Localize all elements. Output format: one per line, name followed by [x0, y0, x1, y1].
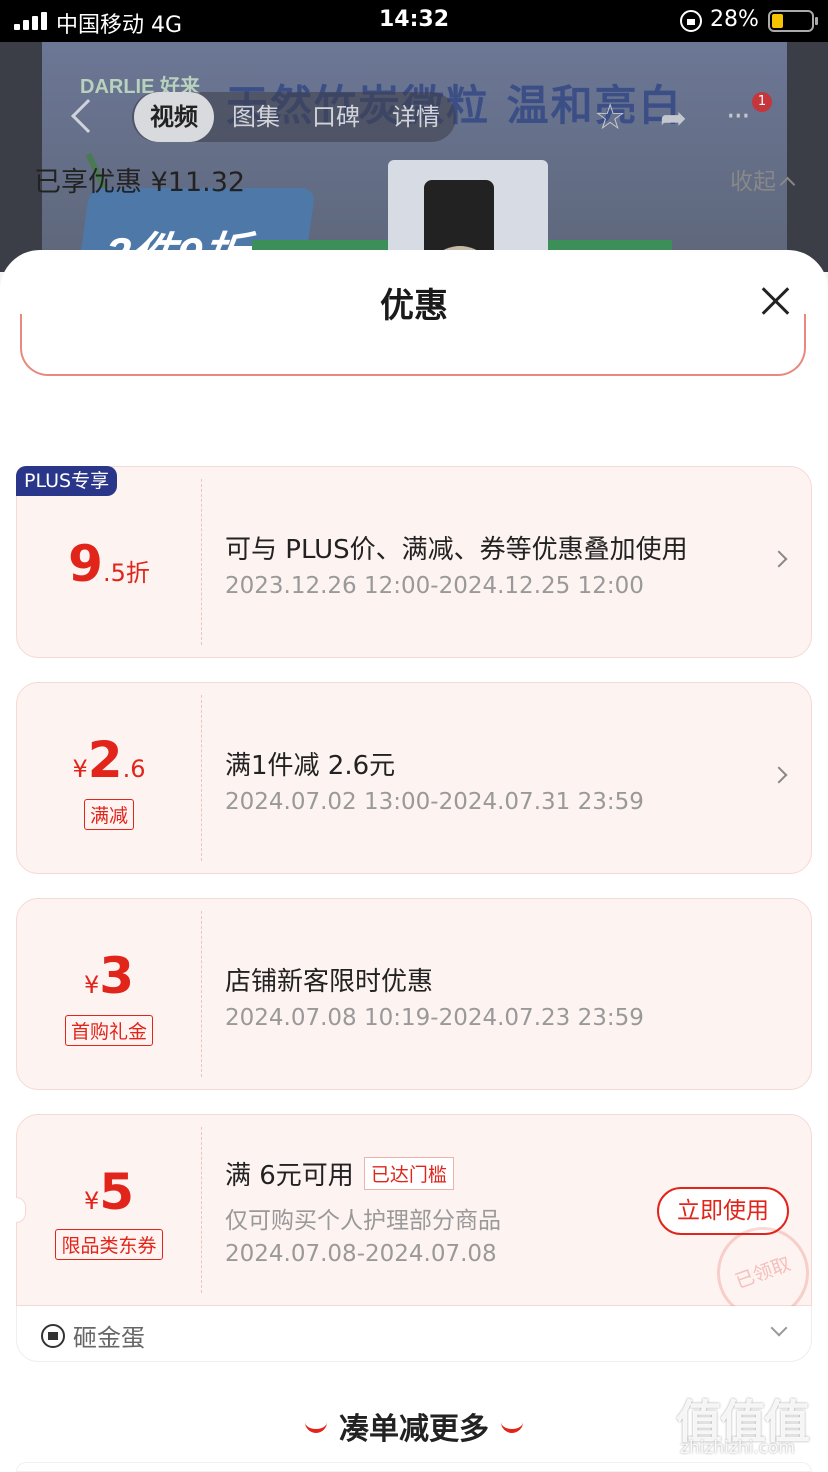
coupon-date: 2023.12.26 12:00-2024.12.25 12:00	[225, 573, 644, 599]
tab-gallery[interactable]: 图集	[216, 92, 296, 142]
coupon-title: 满 6元可用 已达门槛	[225, 1155, 454, 1192]
card-divider	[201, 479, 202, 645]
tab-details[interactable]: 详情	[376, 92, 456, 142]
golden-egg-row[interactable]: 砸金蛋	[16, 1306, 812, 1362]
chevron-right-icon	[770, 550, 788, 568]
coupon-card-plus[interactable]: 9.5折 可与 PLUS价、满减、券等优惠叠加使用 2023.12.26 12:…	[16, 466, 812, 658]
plus-badge: PLUS专享	[16, 466, 118, 496]
battery-percent: 28%	[710, 7, 759, 32]
coupon-date: 2024.07.08-2024.07.08	[225, 1241, 497, 1267]
threshold-badge: 已达门槛	[363, 1157, 454, 1190]
coupon-card-category[interactable]: ¥5 限品类东券 满 6元可用 已达门槛 仅可购买个人护理部分商品 2024.07…	[16, 1114, 822, 1332]
golden-egg-icon	[41, 1324, 65, 1348]
media-tabs: 视频 图集 口碑 详情	[132, 92, 456, 142]
card-divider	[201, 695, 202, 861]
chevron-up-icon	[779, 176, 796, 193]
golden-egg-label: 砸金蛋	[73, 1324, 145, 1352]
close-icon[interactable]	[760, 286, 790, 316]
collapse-button[interactable]: 收起	[730, 162, 796, 196]
coupon-title: 满1件减 2.6元	[225, 751, 396, 781]
coupon-tag: 满减	[17, 799, 201, 830]
coupon-amount: ¥5	[83, 1163, 135, 1221]
chevron-right-icon	[770, 766, 788, 784]
smile-icon	[501, 1422, 523, 1433]
coupon-date: 2024.07.08 10:19-2024.07.23 23:59	[225, 1005, 644, 1031]
battery-icon	[768, 10, 818, 32]
clock: 14:32	[378, 7, 450, 32]
chevron-down-icon	[770, 1319, 788, 1337]
share-icon[interactable]: ➦	[660, 100, 696, 136]
coupon-tag: 限品类东券	[17, 1229, 201, 1260]
coupon-date: 2024.07.02 13:00-2024.07.31 23:59	[225, 789, 644, 815]
coupon-title: 店铺新客限时优惠	[225, 967, 434, 997]
coupon-card-newcustomer[interactable]: ¥3 首购礼金 店铺新客限时优惠 2024.07.08 10:19-2024.0…	[16, 898, 812, 1090]
status-bar: 中国移动 4G 14:32 28%	[0, 0, 828, 42]
product-media[interactable]: DARLIE 好来 天然竹炭微粒 温和亮白 2件9折	[0, 42, 828, 272]
previous-card-edge	[20, 314, 806, 376]
smile-icon	[305, 1422, 327, 1433]
discount-summary: 已享优惠 ¥11.32	[34, 167, 246, 198]
coupon-card-manjian[interactable]: ¥2.6 满减 满1件减 2.6元 2024.07.02 13:00-2024.…	[16, 682, 812, 874]
coupon-title: 可与 PLUS价、满减、券等优惠叠加使用	[225, 535, 688, 565]
card-divider	[201, 1127, 202, 1293]
orientation-lock-icon	[680, 10, 702, 32]
tab-video[interactable]: 视频	[134, 92, 214, 142]
notification-badge: 1	[752, 92, 772, 112]
site-watermark: 值值值 zhizhizhi.com	[676, 1395, 810, 1458]
tab-reviews[interactable]: 口碑	[296, 92, 376, 142]
coupon-amount: 9.5折	[68, 535, 150, 593]
card-divider	[201, 911, 202, 1077]
coupon-amount: ¥3	[83, 947, 135, 1005]
coupon-tag: 首购礼金	[17, 1015, 201, 1046]
star-icon[interactable]: ☆	[594, 100, 630, 136]
coupon-amount: ¥2.6	[72, 731, 146, 789]
coupon-description: 仅可购买个人护理部分商品	[225, 1208, 501, 1234]
